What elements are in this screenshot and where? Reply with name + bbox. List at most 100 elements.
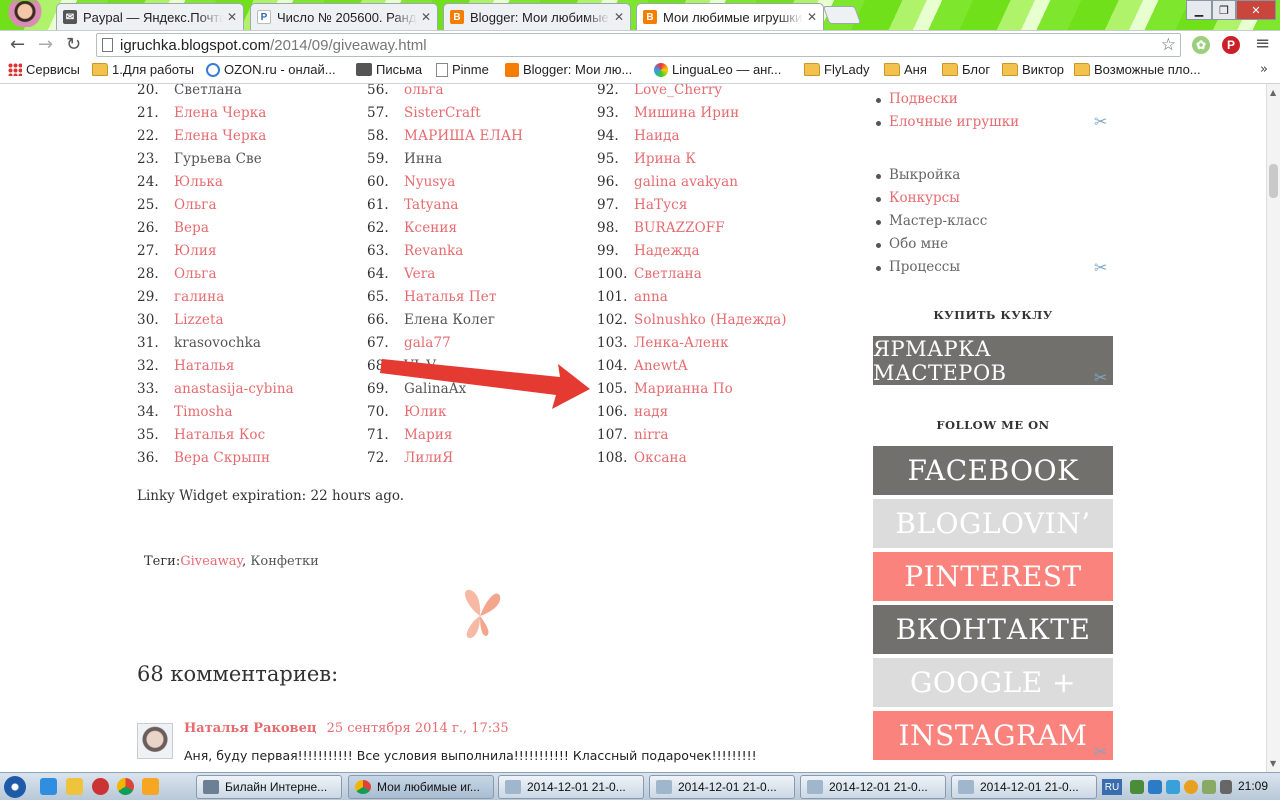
scroll-thumb[interactable] <box>1269 164 1278 198</box>
social-button-вконтакте[interactable]: ВКОНТАКТЕ <box>873 605 1113 654</box>
page-scrollbar[interactable]: ▲ ▼ <box>1266 84 1280 772</box>
address-bar[interactable]: igruchka.blogspot.com/2014/09/giveaway.h… <box>96 33 1181 57</box>
entry-name-link[interactable]: Solnushko (Надежда) <box>634 312 787 328</box>
bookmark-item[interactable]: OZON.ru - онлай... <box>206 62 336 77</box>
tab-paypal-mail[interactable]: ✉ Paypal — Яндекс.Почта ✕ <box>56 3 244 30</box>
menu-icon[interactable]: ≡ <box>1255 33 1270 54</box>
bookmark-item[interactable]: Возможные пло... <box>1074 62 1201 77</box>
entry-name-link[interactable]: Елена Черка <box>174 105 266 121</box>
bookmark-item[interactable]: Аня <box>884 62 927 77</box>
bookmark-item[interactable]: Виктор <box>1002 62 1064 77</box>
entry-name-link[interactable]: anna <box>634 289 668 305</box>
entry-name-link[interactable]: SisterCraft <box>404 105 481 121</box>
url-text[interactable]: igruchka.blogspot.com/2014/09/giveaway.h… <box>120 37 427 54</box>
entry-name-link[interactable]: Ольга <box>174 266 217 282</box>
bookmark-star-icon[interactable]: ☆ <box>1161 35 1176 55</box>
close-tab-icon[interactable]: ✕ <box>421 10 431 24</box>
pinterest-icon[interactable]: P <box>1222 36 1240 54</box>
entry-name-link[interactable]: МАРИША ЕЛАН <box>404 128 523 144</box>
bookmark-item[interactable]: 1.Для работы <box>92 62 194 77</box>
tray-icon[interactable] <box>1166 780 1180 794</box>
entry-name-link[interactable]: anastasija-cybina <box>174 381 294 397</box>
entry-name-link[interactable]: Надежда <box>634 243 700 259</box>
bookmark-item[interactable]: Письма <box>356 62 422 77</box>
entry-name-link[interactable]: Оксана <box>634 450 687 466</box>
entry-name-link[interactable]: AnewtA <box>634 358 688 374</box>
entry-name-link[interactable]: Марианна По <box>634 381 733 397</box>
commenter-avatar[interactable] <box>137 723 173 759</box>
explorer-icon[interactable] <box>66 778 83 795</box>
minimize-icon[interactable]: ▁ <box>1186 0 1212 20</box>
bookmarks-overflow-icon[interactable]: » <box>1260 62 1268 77</box>
entry-name-link[interactable]: Наталья Кос <box>174 427 265 443</box>
social-button-facebook[interactable]: FACEBOOK <box>873 446 1113 495</box>
bookmark-item[interactable]: Блог <box>942 62 990 77</box>
entry-name-link[interactable]: Ленка-Аленк <box>634 335 729 351</box>
entry-name-link[interactable]: Мишина Ирин <box>634 105 739 121</box>
tag-link-konfetki[interactable]: Конфетки <box>250 554 318 569</box>
edit-gadget-icon[interactable]: ✂ <box>1094 742 1107 761</box>
entry-name-link[interactable]: Ксения <box>404 220 457 236</box>
language-indicator[interactable]: RU <box>1102 779 1122 795</box>
back-arrow-icon[interactable]: ← <box>10 34 25 55</box>
new-tab-button[interactable] <box>822 6 862 24</box>
entry-name-link[interactable]: ЛилиЯ <box>404 450 453 466</box>
entry-name-link[interactable]: Светлана <box>634 266 702 282</box>
entry-name-link[interactable]: Timosha <box>174 404 233 420</box>
tab-blogger-edit[interactable]: B Blogger: Мои любимые игр ✕ <box>443 3 631 30</box>
entry-name-link[interactable]: Вера <box>174 220 209 236</box>
entry-name-link[interactable]: Ольга <box>174 197 217 213</box>
ie-icon[interactable] <box>40 778 57 795</box>
taskbar-task[interactable]: 2014-12-01 21-0... <box>649 775 795 799</box>
edit-gadget-icon[interactable]: ✂ <box>1094 258 1107 277</box>
comment-date-link[interactable]: 25 сентября 2014 г., 17:35 <box>327 721 509 736</box>
entry-name-link[interactable]: надя <box>634 404 668 420</box>
entry-name-link[interactable]: Елена Черка <box>174 128 266 144</box>
network-icon[interactable] <box>1202 780 1216 794</box>
tray-icon[interactable] <box>1184 780 1198 794</box>
entry-name-link[interactable]: Юлька <box>174 174 223 190</box>
entry-name-link[interactable]: Love_Cherry <box>634 84 722 98</box>
entry-name-link[interactable]: НаТуся <box>634 197 687 213</box>
edit-gadget-icon[interactable]: ✂ <box>1094 368 1107 387</box>
paw-extension-icon[interactable]: ✿ <box>1192 36 1210 54</box>
sidebar-label-item[interactable]: Выкройка <box>875 164 987 187</box>
edit-gadget-icon[interactable]: ✂ <box>1094 112 1107 131</box>
start-button-icon[interactable] <box>4 776 26 798</box>
tray-icon[interactable] <box>1130 780 1144 794</box>
entry-name-link[interactable]: Revanka <box>404 243 463 259</box>
taskbar-task[interactable]: Мои любимые иг... <box>348 775 494 799</box>
media-icon[interactable] <box>92 778 109 795</box>
social-button-bloglovin[interactable]: BLOGLOVIN’ <box>873 499 1113 548</box>
social-button-pinterest[interactable]: PINTEREST <box>873 552 1113 601</box>
social-button-google[interactable]: GOOGLE + <box>873 658 1113 707</box>
entry-name-link[interactable]: Vera <box>404 266 435 282</box>
entry-name-link[interactable]: Вера Скрыпн <box>174 450 270 466</box>
tag-link-giveaway[interactable]: Giveaway <box>180 554 242 569</box>
scroll-up-icon[interactable]: ▲ <box>1270 88 1276 97</box>
taskbar-task[interactable]: 2014-12-01 21-0... <box>800 775 946 799</box>
entry-name-link[interactable]: Юлия <box>174 243 217 259</box>
sidebar-label-item[interactable]: Елочные игрушки <box>875 111 1019 134</box>
sidebar-label-item[interactable]: Обо мне <box>875 233 987 256</box>
entry-name-link[interactable]: gala77 <box>404 335 451 351</box>
sidebar-label-item[interactable]: Процессы <box>875 256 987 279</box>
entry-name-link[interactable]: Мария <box>404 427 453 443</box>
tray-icon[interactable] <box>1148 780 1162 794</box>
comment-author-link[interactable]: Наталья Раковец <box>184 721 316 736</box>
entry-name-link[interactable]: nirra <box>634 427 668 443</box>
sidebar-label-item[interactable]: Мастер-класс <box>875 210 987 233</box>
bookmark-item[interactable]: Blogger: Мои лю... <box>505 62 632 77</box>
close-tab-icon[interactable]: ✕ <box>807 10 817 24</box>
entry-name-link[interactable]: Наталья <box>174 358 234 374</box>
sidebar-label-item[interactable]: Подвески <box>875 88 1019 111</box>
bookmark-item[interactable]: FlyLady <box>804 62 870 77</box>
taskbar-task[interactable]: Билайн Интерне... <box>196 775 342 799</box>
restore-icon[interactable]: ❐ <box>1212 0 1236 20</box>
entry-name-link[interactable]: ольга <box>404 84 444 98</box>
bookmark-item[interactable]: Pinme <box>436 62 489 77</box>
scroll-down-icon[interactable]: ▼ <box>1270 759 1276 768</box>
bookmark-item[interactable]: Сервисы <box>8 62 80 77</box>
entry-name-link[interactable]: Lizzeta <box>174 312 224 328</box>
entry-name-link[interactable]: Ирина К <box>634 151 696 167</box>
